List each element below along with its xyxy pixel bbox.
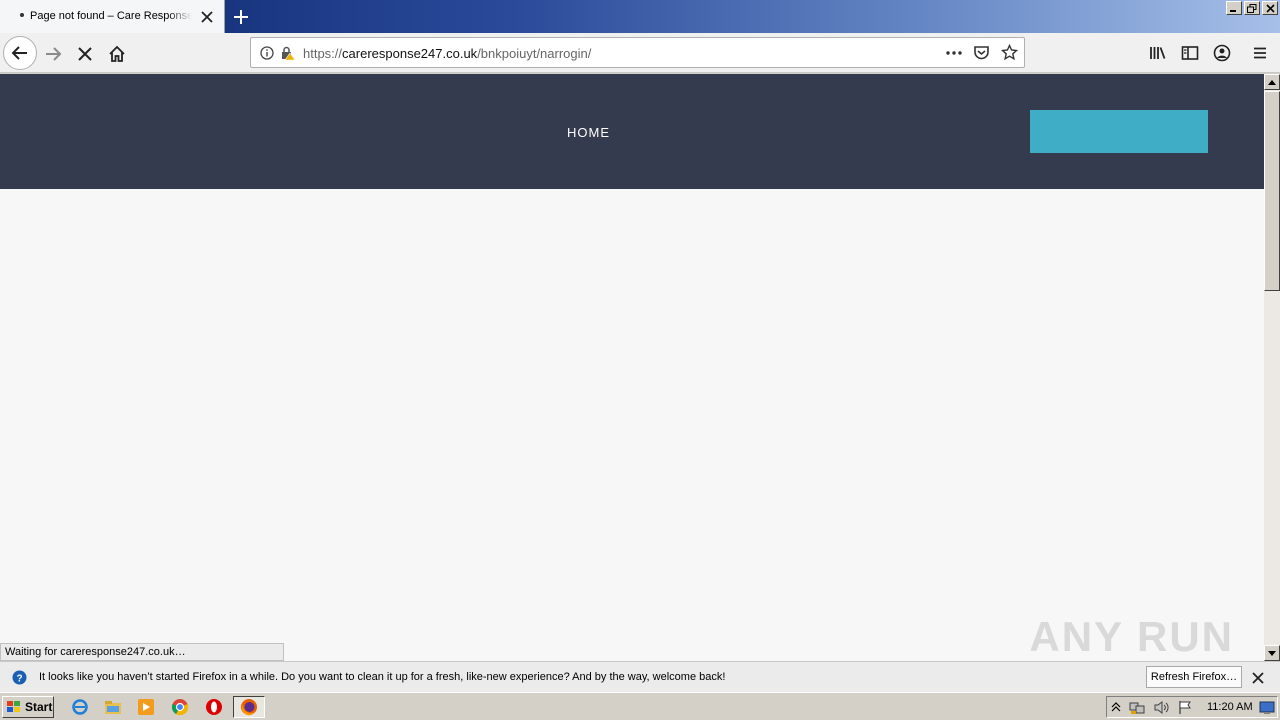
opera-icon[interactable] (205, 698, 223, 716)
title-bar: Page not found – Care Response 247 (0, 0, 1280, 33)
url-bar[interactable]: https://careresponse247.co.uk/bnkpoiuyt/… (250, 37, 1025, 68)
forward-arrow-icon (46, 47, 62, 61)
explorer-icon[interactable] (104, 698, 122, 716)
status-text: Waiting for careresponse247.co.uk… (0, 643, 284, 661)
scroll-up-button[interactable] (1264, 74, 1280, 90)
ie-icon[interactable] (71, 698, 89, 716)
close-icon (1265, 3, 1275, 13)
home-button[interactable] (106, 43, 128, 65)
media-player-icon[interactable] (137, 698, 155, 716)
start-label: Start (25, 700, 53, 714)
close-window-button[interactable] (1262, 1, 1278, 15)
arrow-down-icon (1268, 650, 1276, 656)
refresh-firefox-button[interactable]: Refresh Firefox… (1146, 666, 1242, 688)
taskbar: Start 11:20 AM (0, 692, 1280, 720)
close-tab-icon[interactable] (198, 8, 216, 26)
page-actions-icon[interactable] (945, 46, 963, 60)
site-header: HOME (0, 74, 1264, 189)
vertical-scrollbar[interactable] (1264, 74, 1280, 661)
notification-message: It looks like you haven’t started Firefo… (39, 671, 726, 683)
info-icon[interactable] (260, 46, 274, 60)
loading-dot-icon (20, 13, 24, 17)
library-icon[interactable] (1149, 45, 1167, 61)
restore-icon (1247, 3, 1257, 13)
pocket-icon[interactable] (973, 44, 990, 61)
new-tab-icon[interactable] (230, 6, 252, 28)
show-desktop-icon[interactable] (1259, 700, 1275, 715)
close-notification-icon[interactable] (1250, 670, 1266, 686)
back-arrow-icon (11, 46, 27, 60)
arrow-up-icon (1268, 79, 1276, 85)
url-scheme: https:// (303, 46, 343, 61)
notification-bar: ? It looks like you haven’t started Fire… (0, 661, 1280, 692)
firefox-icon (241, 699, 257, 716)
chrome-icon[interactable] (171, 698, 189, 716)
navigation-toolbar: https://careresponse247.co.uk/bnkpoiuyt/… (0, 33, 1280, 73)
windows-logo-icon (7, 701, 20, 712)
scroll-thumb[interactable] (1264, 91, 1280, 291)
system-tray: 11:20 AM (1106, 696, 1278, 718)
minimize-icon (1230, 10, 1236, 12)
url-path: /bnkpoiuyt/narrogin/ (477, 46, 592, 61)
site-nav-home-link[interactable]: HOME (567, 125, 610, 140)
back-button[interactable] (3, 36, 37, 70)
watermark: ANY RUN (1029, 613, 1234, 660)
forward-button[interactable] (42, 43, 64, 65)
tray-expand-icon[interactable] (1111, 702, 1121, 712)
lock-warning-icon[interactable] (280, 45, 296, 61)
scroll-down-button[interactable] (1264, 645, 1280, 661)
url-host: careresponse247.co.uk (342, 46, 478, 61)
bookmark-star-icon[interactable] (1001, 44, 1018, 61)
svg-text:?: ? (16, 673, 22, 684)
start-button[interactable]: Start (2, 696, 54, 718)
account-icon[interactable] (1213, 44, 1231, 62)
tab-title: Page not found – Care Response 247 (30, 10, 192, 22)
volume-icon[interactable] (1153, 700, 1169, 715)
clock[interactable]: 11:20 AM (1207, 701, 1253, 713)
question-icon: ? (12, 670, 27, 685)
tab-active[interactable]: Page not found – Care Response 247 (0, 0, 225, 33)
taskbar-firefox-button[interactable] (233, 696, 265, 718)
url-text[interactable]: https://careresponse247.co.uk/bnkpoiuyt/… (303, 46, 591, 61)
home-icon (109, 45, 125, 62)
site-cta-button[interactable] (1030, 110, 1208, 153)
restore-button[interactable] (1244, 1, 1260, 15)
stop-icon (78, 47, 92, 61)
stop-button[interactable] (74, 43, 96, 65)
menu-icon[interactable] (1252, 45, 1268, 61)
action-center-flag-icon[interactable] (1177, 700, 1193, 715)
web-page: HOME ANY RUN (0, 74, 1264, 661)
minimize-button[interactable] (1226, 1, 1242, 15)
network-icon[interactable] (1129, 700, 1145, 715)
sidebar-icon[interactable] (1181, 45, 1199, 61)
